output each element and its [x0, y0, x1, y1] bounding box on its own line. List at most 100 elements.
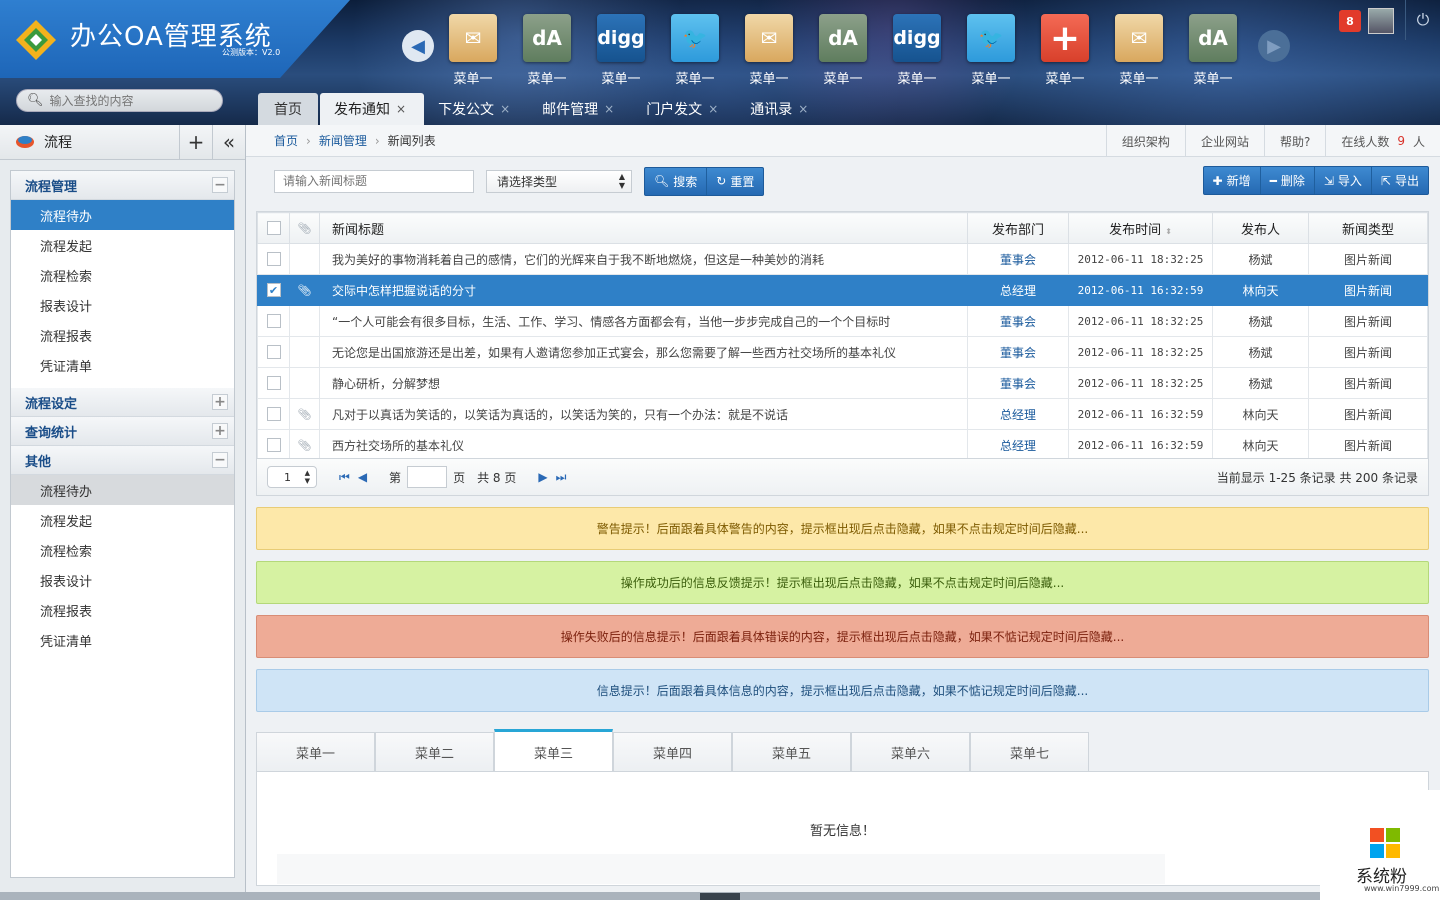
- sidebar-group[interactable]: 查询统计 +: [11, 417, 234, 446]
- dept-cell[interactable]: 董事会: [967, 367, 1069, 399]
- sidebar-item[interactable]: 流程发起: [11, 505, 234, 535]
- bottom-tab[interactable]: 菜单六: [851, 732, 970, 772]
- tab-item[interactable]: 邮件管理 ×: [528, 93, 632, 125]
- news-title-cell[interactable]: 静心研析，分解梦想: [319, 367, 968, 399]
- bottom-tab[interactable]: 菜单一: [256, 732, 375, 772]
- bottom-tab[interactable]: 菜单五: [732, 732, 851, 772]
- table-row[interactable]: 📎︎ 西方社交场所的基本礼仪 总经理 2012-06-11 16:32:59 林向天 图片…: [257, 429, 1428, 461]
- resize-grip[interactable]: [700, 893, 740, 900]
- app-shortcut[interactable]: dA 菜单一: [512, 14, 582, 87]
- sidebar-item[interactable]: 流程检索: [11, 260, 234, 290]
- news-title-cell[interactable]: “一个人可能会有很多目标，生活、工作、学习、情感各方面都会有，当他一步步完成自己…: [319, 305, 968, 337]
- org-chart-link[interactable]: 组织架构: [1105, 125, 1185, 157]
- warning-alert[interactable]: 警告提示！后面跟着具体警告的内容，提示框出现后点击隐藏，如果不点击规定时间后隐藏…: [256, 507, 1429, 550]
- collapse-icon[interactable]: −: [212, 452, 228, 468]
- reset-button[interactable]: ↻ 重置: [706, 167, 763, 195]
- app-shortcut[interactable]: + 菜单一: [1030, 14, 1100, 87]
- dept-cell[interactable]: 董事会: [967, 305, 1069, 337]
- table-row[interactable]: 📎︎ 凡对于以真话为笑话的，以笑话为真话的，以笑话为笑的，只有一个办法：就是不说话…: [257, 398, 1428, 430]
- collapse-icon[interactable]: −: [212, 177, 228, 193]
- app-shortcut[interactable]: ✉ 菜单一: [734, 14, 804, 87]
- prev-arrow-icon[interactable]: ◀: [402, 30, 434, 62]
- col-header-type[interactable]: 新闻类型: [1308, 212, 1428, 244]
- news-title-input[interactable]: [274, 169, 474, 193]
- export-button[interactable]: ⇱ 导出: [1370, 167, 1428, 194]
- bottom-tab[interactable]: 菜单二: [375, 732, 494, 772]
- col-header-title[interactable]: 新闻标题: [319, 212, 968, 244]
- app-shortcut[interactable]: 🐦 菜单一: [956, 14, 1026, 87]
- next-page-icon[interactable]: ▶: [538, 470, 547, 484]
- row-checkbox[interactable]: [266, 314, 281, 328]
- notification-badge[interactable]: 8: [1339, 10, 1361, 32]
- sidebar-item[interactable]: 流程报表: [11, 595, 234, 625]
- tab-home[interactable]: 首页: [258, 93, 318, 125]
- info-alert[interactable]: 信息提示！后面跟着具体信息的内容，提示框出现后点击隐藏，如果不惦记规定时间后隐藏…: [256, 669, 1429, 712]
- app-shortcut[interactable]: dA 菜单一: [808, 14, 878, 87]
- close-icon[interactable]: ×: [500, 102, 510, 116]
- row-checkbox[interactable]: [266, 438, 281, 452]
- news-type-select[interactable]: 请选择类型 ▲ ▼: [486, 169, 632, 193]
- row-checkbox[interactable]: [266, 376, 281, 390]
- add-button[interactable]: +: [179, 124, 212, 160]
- app-shortcut[interactable]: dA 菜单一: [1178, 14, 1248, 87]
- page-number-input[interactable]: [407, 466, 448, 488]
- news-title-cell[interactable]: 无论您是出国旅游还是出差，如果有人邀请您参加正式宴会，那么您需要了解一些西方社交…: [319, 336, 968, 368]
- table-row[interactable]: “一个人可能会有很多目标，生活、工作、学习、情感各方面都会有，当他一步步完成自己…: [257, 305, 1428, 337]
- sidebar-item[interactable]: 流程待办: [11, 475, 234, 505]
- sidebar-item[interactable]: 凭证清单: [11, 350, 234, 380]
- table-row[interactable]: ✔ 📎︎ 交际中怎样把握说话的分寸 总经理 2012-06-11 16:32:59 林向天…: [257, 274, 1428, 306]
- search-button[interactable]: 🔍︎ 搜索: [645, 168, 706, 195]
- sidebar-item[interactable]: 报表设计: [11, 290, 234, 320]
- app-shortcut[interactable]: ✉ 菜单一: [438, 14, 508, 87]
- app-shortcut[interactable]: ✉ 菜单一: [1104, 14, 1174, 87]
- table-row[interactable]: 无论您是出国旅游还是出差，如果有人邀请您参加正式宴会，那么您需要了解一些西方社交…: [257, 336, 1428, 368]
- dept-cell[interactable]: 董事会: [967, 336, 1069, 368]
- row-checkbox[interactable]: [266, 252, 281, 266]
- dept-cell[interactable]: 总经理: [967, 398, 1069, 430]
- app-shortcut[interactable]: 🐦 菜单一: [660, 14, 730, 87]
- breadcrumb-news-manage[interactable]: 新闻管理: [319, 132, 367, 149]
- help-link[interactable]: 帮助?: [1263, 125, 1325, 157]
- search-input[interactable]: [49, 93, 220, 108]
- add-news-button[interactable]: ✚ 新增: [1204, 167, 1260, 194]
- dept-cell[interactable]: 总经理: [967, 274, 1069, 306]
- dept-cell[interactable]: 总经理: [967, 429, 1069, 461]
- select-all-checkbox[interactable]: [266, 221, 281, 235]
- sidebar-item[interactable]: 流程检索: [11, 535, 234, 565]
- avatar[interactable]: [1368, 8, 1394, 34]
- page-size-select[interactable]: 1 ▲ ▼: [267, 466, 317, 488]
- bottom-tab[interactable]: 菜单四: [613, 732, 732, 772]
- search-box[interactable]: 🔍︎: [16, 89, 223, 112]
- table-row[interactable]: 静心研析，分解梦想 董事会 2012-06-11 18:32:25 杨斌 图片新闻: [257, 367, 1428, 399]
- sidebar-item[interactable]: 凭证清单: [11, 625, 234, 655]
- sidebar-item[interactable]: 报表设计: [11, 565, 234, 595]
- collapse-sidebar-button[interactable]: «: [212, 124, 245, 160]
- tab-item[interactable]: 发布通知 ×: [320, 93, 425, 125]
- row-checkbox[interactable]: ✔: [266, 283, 281, 297]
- news-title-cell[interactable]: 凡对于以真话为笑话的，以笑话为真话的，以笑话为笑的，只有一个办法：就是不说话: [319, 398, 968, 430]
- expand-icon[interactable]: +: [212, 394, 228, 410]
- app-shortcut[interactable]: digg 菜单一: [882, 14, 952, 87]
- col-header-author[interactable]: 发布人: [1212, 212, 1309, 244]
- expand-icon[interactable]: +: [212, 423, 228, 439]
- close-icon[interactable]: ×: [396, 102, 406, 116]
- table-row[interactable]: 我为美好的事物消耗着自己的感情，它们的光辉来自于我不断地燃烧，但这是一种美妙的消…: [257, 243, 1428, 275]
- error-alert[interactable]: 操作失败后的信息提示！后面跟着具体错误的内容，提示框出现后点击隐藏，如果不惦记规…: [256, 615, 1429, 658]
- next-arrow-icon[interactable]: ▶: [1258, 30, 1290, 62]
- sidebar-group[interactable]: 流程管理 −: [11, 171, 234, 200]
- success-alert[interactable]: 操作成功后的信息反馈提示！提示框出现后点击隐藏，如果不点击规定时间后隐藏...: [256, 561, 1429, 604]
- sidebar-item[interactable]: 流程报表: [11, 320, 234, 350]
- news-title-cell[interactable]: 我为美好的事物消耗着自己的感情，它们的光辉来自于我不断地燃烧，但这是一种美妙的消…: [319, 243, 968, 275]
- power-icon[interactable]: ⏻: [1405, 0, 1440, 40]
- close-icon[interactable]: ×: [708, 102, 718, 116]
- sidebar-item[interactable]: 流程发起: [11, 230, 234, 260]
- company-site-link[interactable]: 企业网站: [1184, 125, 1264, 157]
- tab-item[interactable]: 门户发文 ×: [632, 93, 736, 125]
- breadcrumb-home[interactable]: 首页: [274, 132, 298, 149]
- app-shortcut[interactable]: digg 菜单一: [586, 14, 656, 87]
- tab-item[interactable]: 下发公文 ×: [424, 93, 528, 125]
- close-icon[interactable]: ×: [604, 102, 614, 116]
- last-page-icon[interactable]: ⏭: [556, 470, 567, 485]
- dept-cell[interactable]: 董事会: [967, 243, 1069, 275]
- import-button[interactable]: ⇲ 导入: [1313, 167, 1371, 194]
